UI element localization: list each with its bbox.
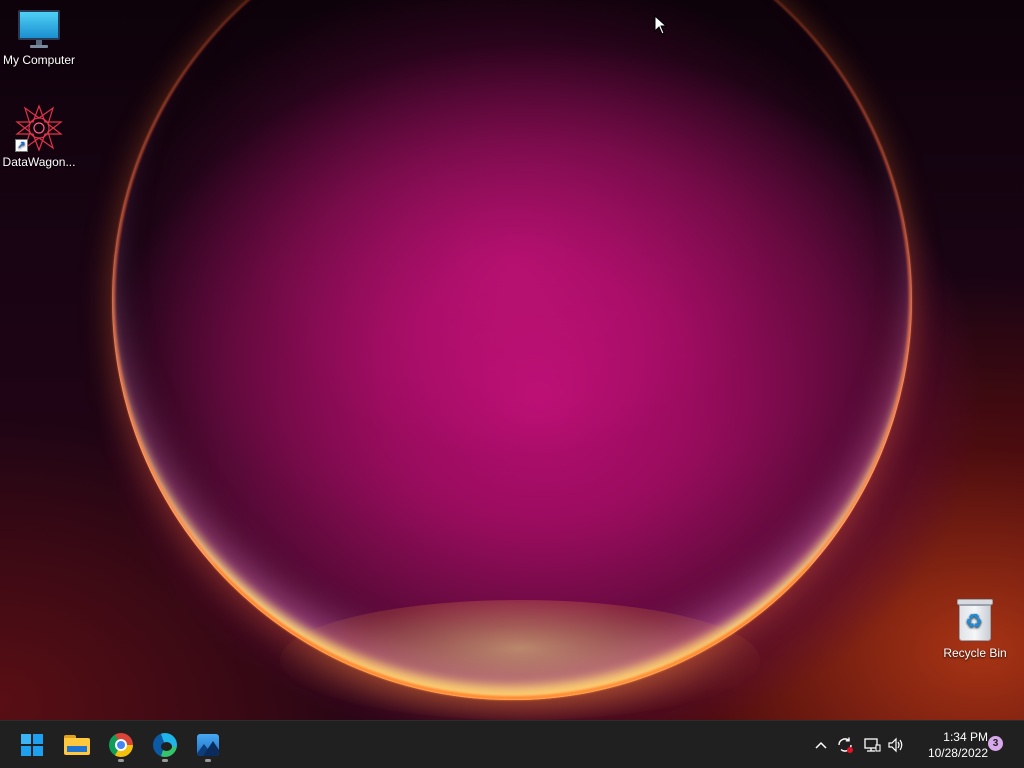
shortcut-arrow-icon: ↗ — [15, 139, 28, 152]
taskbar-edge-button[interactable] — [145, 725, 185, 765]
desktop-icon-datawagon[interactable]: ↗ DataWagon... — [0, 104, 78, 169]
monitor-icon — [18, 10, 60, 50]
running-indicator — [118, 759, 124, 762]
taskbar-file-explorer-button[interactable] — [57, 725, 97, 765]
wallpaper-glow — [280, 600, 760, 720]
wallpaper-sphere-rim — [112, 0, 912, 700]
taskbar-clock[interactable]: 1:34 PM 10/28/2022 — [914, 729, 988, 761]
desktop-icon-my-computer[interactable]: My Computer — [0, 10, 78, 67]
start-button[interactable] — [12, 725, 52, 765]
sync-icon — [838, 737, 853, 753]
windows-start-icon — [21, 734, 43, 756]
recycle-bin-icon: ♻ — [955, 597, 995, 643]
datawagon-star-icon: ↗ — [15, 104, 63, 152]
desktop-wallpaper — [0, 0, 1024, 720]
tray-sync-button[interactable] — [835, 735, 855, 755]
clock-time: 1:34 PM — [943, 730, 988, 744]
chevron-up-icon — [815, 741, 827, 749]
tray-overflow-button[interactable] — [811, 735, 831, 755]
desktop-icon-label: Recycle Bin — [943, 646, 1007, 660]
desktop-icon-recycle-bin[interactable]: ♻ Recycle Bin — [936, 597, 1014, 660]
volume-icon — [888, 737, 903, 753]
running-indicator — [205, 759, 211, 762]
clock-date: 10/28/2022 — [927, 746, 988, 760]
desktop-icon-label: DataWagon... — [2, 155, 76, 169]
notification-badge[interactable]: 3 — [988, 736, 1003, 751]
tray-network-button[interactable] — [862, 735, 882, 755]
tray-volume-button[interactable] — [886, 735, 906, 755]
mouse-cursor-icon — [654, 15, 668, 35]
folder-icon — [64, 735, 90, 755]
taskbar-chrome-button[interactable] — [101, 725, 141, 765]
desktop-icon-label: My Computer — [2, 53, 76, 67]
network-icon — [864, 738, 881, 752]
running-indicator — [162, 759, 168, 762]
edge-icon — [153, 733, 177, 757]
taskbar: 1:34 PM 10/28/2022 — [0, 720, 1024, 768]
taskbar-photos-button[interactable] — [188, 725, 228, 765]
chrome-icon — [109, 733, 133, 757]
photos-icon — [197, 734, 219, 756]
